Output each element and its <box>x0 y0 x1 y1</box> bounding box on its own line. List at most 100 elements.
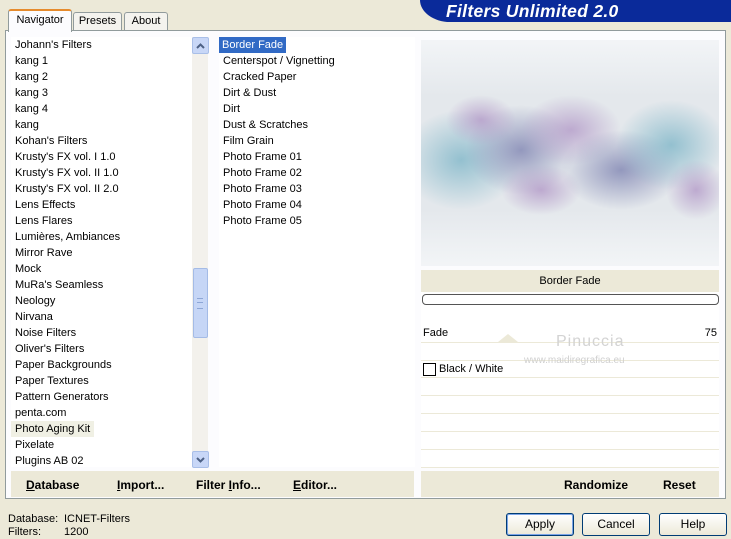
black-white-checkbox[interactable] <box>423 363 436 376</box>
list-item-label: Nirvana <box>15 311 53 323</box>
category-list[interactable]: Johann's Filters kang 1 kang 2 kang 3 kang 4… <box>11 37 192 467</box>
list-item[interactable]: Cracked Paper <box>219 69 415 85</box>
list-item[interactable]: kang <box>11 117 192 133</box>
list-item-label: Border Fade <box>219 37 287 53</box>
list-item-label: Lumières, Ambiances <box>15 231 121 243</box>
list-item[interactable]: Pixelate <box>11 437 192 453</box>
list-item-label: Lens Effects <box>15 199 76 211</box>
import-button[interactable]: Import... <box>117 478 164 492</box>
list-item[interactable]: Kohan's Filters <box>11 133 192 149</box>
fade-label: Fade <box>423 327 449 339</box>
cancel-button[interactable]: Cancel <box>582 513 650 536</box>
preview-image <box>421 40 719 266</box>
list-item[interactable]: Johann's Filters <box>11 37 192 53</box>
list-item[interactable]: Border Fade <box>219 37 415 53</box>
list-item[interactable]: Dirt <box>219 101 415 117</box>
list-item[interactable]: Dirt & Dust <box>219 85 415 101</box>
reset-button[interactable]: Reset <box>663 478 696 492</box>
randomize-button[interactable]: Randomize <box>564 478 628 492</box>
list-item[interactable]: Plugins AB 02 <box>11 453 192 467</box>
help-button[interactable]: Help <box>659 513 727 536</box>
list-item[interactable]: Krusty's FX vol. II 1.0 <box>11 165 192 181</box>
list-item[interactable]: Lens Effects <box>11 197 192 213</box>
editor-label: ditor... <box>301 478 338 492</box>
tab-presets[interactable]: Presets <box>73 12 122 30</box>
list-item[interactable]: penta.com <box>11 405 192 421</box>
list-item[interactable]: Photo Frame 01 <box>219 149 415 165</box>
list-item-label: Pixelate <box>15 439 55 451</box>
list-item[interactable]: Paper Backgrounds <box>11 357 192 373</box>
filter-info-label-start: Filter <box>196 478 229 492</box>
list-item-label: Centerspot / Vignetting <box>223 55 335 67</box>
list-item[interactable]: Neology <box>11 293 192 309</box>
list-item-label: penta.com <box>15 407 67 419</box>
list-item-label: Photo Frame 04 <box>223 199 302 211</box>
list-item[interactable]: Mirror Rave <box>11 245 192 261</box>
list-item-label: Paper Textures <box>15 375 89 387</box>
list-item[interactable]: Paper Textures <box>11 373 192 389</box>
slider-pointer-icon[interactable] <box>498 334 518 342</box>
list-item-label: Lens Flares <box>15 215 73 227</box>
fade-value[interactable]: 75 <box>699 327 717 339</box>
list-item[interactable]: MuRa's Seamless <box>11 277 192 293</box>
list-item[interactable]: Dust & Scratches <box>219 117 415 133</box>
list-item-label: Krusty's FX vol. II 2.0 <box>15 183 119 195</box>
black-white-label: Black / White <box>439 363 504 375</box>
list-item-label: kang 1 <box>15 55 49 67</box>
list-item[interactable]: Photo Frame 04 <box>219 197 415 213</box>
tab-navigator[interactable]: Navigator <box>8 9 72 32</box>
param-row-empty <box>421 433 719 450</box>
list-item[interactable]: Pattern Generators <box>11 389 192 405</box>
list-item-label: Mirror Rave <box>15 247 73 259</box>
list-item[interactable]: kang 2 <box>11 69 192 85</box>
list-item[interactable]: kang 4 <box>11 101 192 117</box>
list-item[interactable]: kang 3 <box>11 85 192 101</box>
param-row-empty <box>421 397 719 414</box>
list-item-label: Oliver's Filters <box>15 343 85 355</box>
list-item[interactable]: Lens Flares <box>11 213 192 229</box>
list-item[interactable]: Photo Frame 02 <box>219 165 415 181</box>
apply-button[interactable]: Apply <box>506 513 574 536</box>
list-item[interactable]: kang 1 <box>11 53 192 69</box>
list-item-label: Film Grain <box>223 135 274 147</box>
list-item[interactable]: Mock <box>11 261 192 277</box>
scroll-down-button[interactable] <box>192 451 209 468</box>
category-scrollbar[interactable] <box>192 37 208 467</box>
list-item[interactable]: Krusty's FX vol. I 1.0 <box>11 149 192 165</box>
list-item[interactable]: Film Grain <box>219 133 415 149</box>
filter-list[interactable]: Border Fade Centerspot / Vignetting Cracke… <box>219 37 415 467</box>
chevron-up-icon <box>196 42 205 49</box>
watermark-name: Pinuccia <box>556 333 625 350</box>
list-item[interactable]: Nirvana <box>11 309 192 325</box>
list-item-label: Paper Backgrounds <box>15 359 112 371</box>
list-item[interactable]: Krusty's FX vol. II 2.0 <box>11 181 192 197</box>
chevron-down-icon <box>196 456 205 463</box>
list-item-label: Dust & Scratches <box>223 119 308 131</box>
tab-about[interactable]: About <box>124 12 168 30</box>
scroll-up-button[interactable] <box>192 37 209 54</box>
list-item[interactable]: Centerspot / Vignetting <box>219 53 415 69</box>
status-filters-value: 1200 <box>64 526 89 538</box>
list-item[interactable]: Lumières, Ambiances <box>11 229 192 245</box>
scroll-grip-icon <box>197 298 203 309</box>
database-button[interactable]: Database <box>26 478 79 492</box>
list-item-label: MuRa's Seamless <box>15 279 104 291</box>
list-item-label: Krusty's FX vol. I 1.0 <box>15 151 116 163</box>
list-item[interactable]: Photo Frame 03 <box>219 181 415 197</box>
list-item-label: Dirt <box>223 103 241 115</box>
list-item-label: Krusty's FX vol. II 1.0 <box>15 167 119 179</box>
list-item-label: Photo Frame 05 <box>223 215 302 227</box>
list-item[interactable]: Photo Aging Kit <box>11 421 192 437</box>
param-row-empty <box>421 451 719 468</box>
list-item[interactable]: Photo Frame 05 <box>219 213 415 229</box>
editor-button[interactable]: Editor... <box>293 478 337 492</box>
filter-info-button[interactable]: Filter Info... <box>196 478 261 492</box>
param-row-empty <box>421 415 719 432</box>
database-label: atabase <box>34 478 80 492</box>
list-item[interactable]: Noise Filters <box>11 325 192 341</box>
list-item[interactable]: Oliver's Filters <box>11 341 192 357</box>
list-item-label: Photo Frame 03 <box>223 183 302 195</box>
status-filters-label: Filters: <box>8 526 41 538</box>
list-item-label: Noise Filters <box>15 327 77 339</box>
list-item-label: Photo Aging Kit <box>11 421 95 437</box>
